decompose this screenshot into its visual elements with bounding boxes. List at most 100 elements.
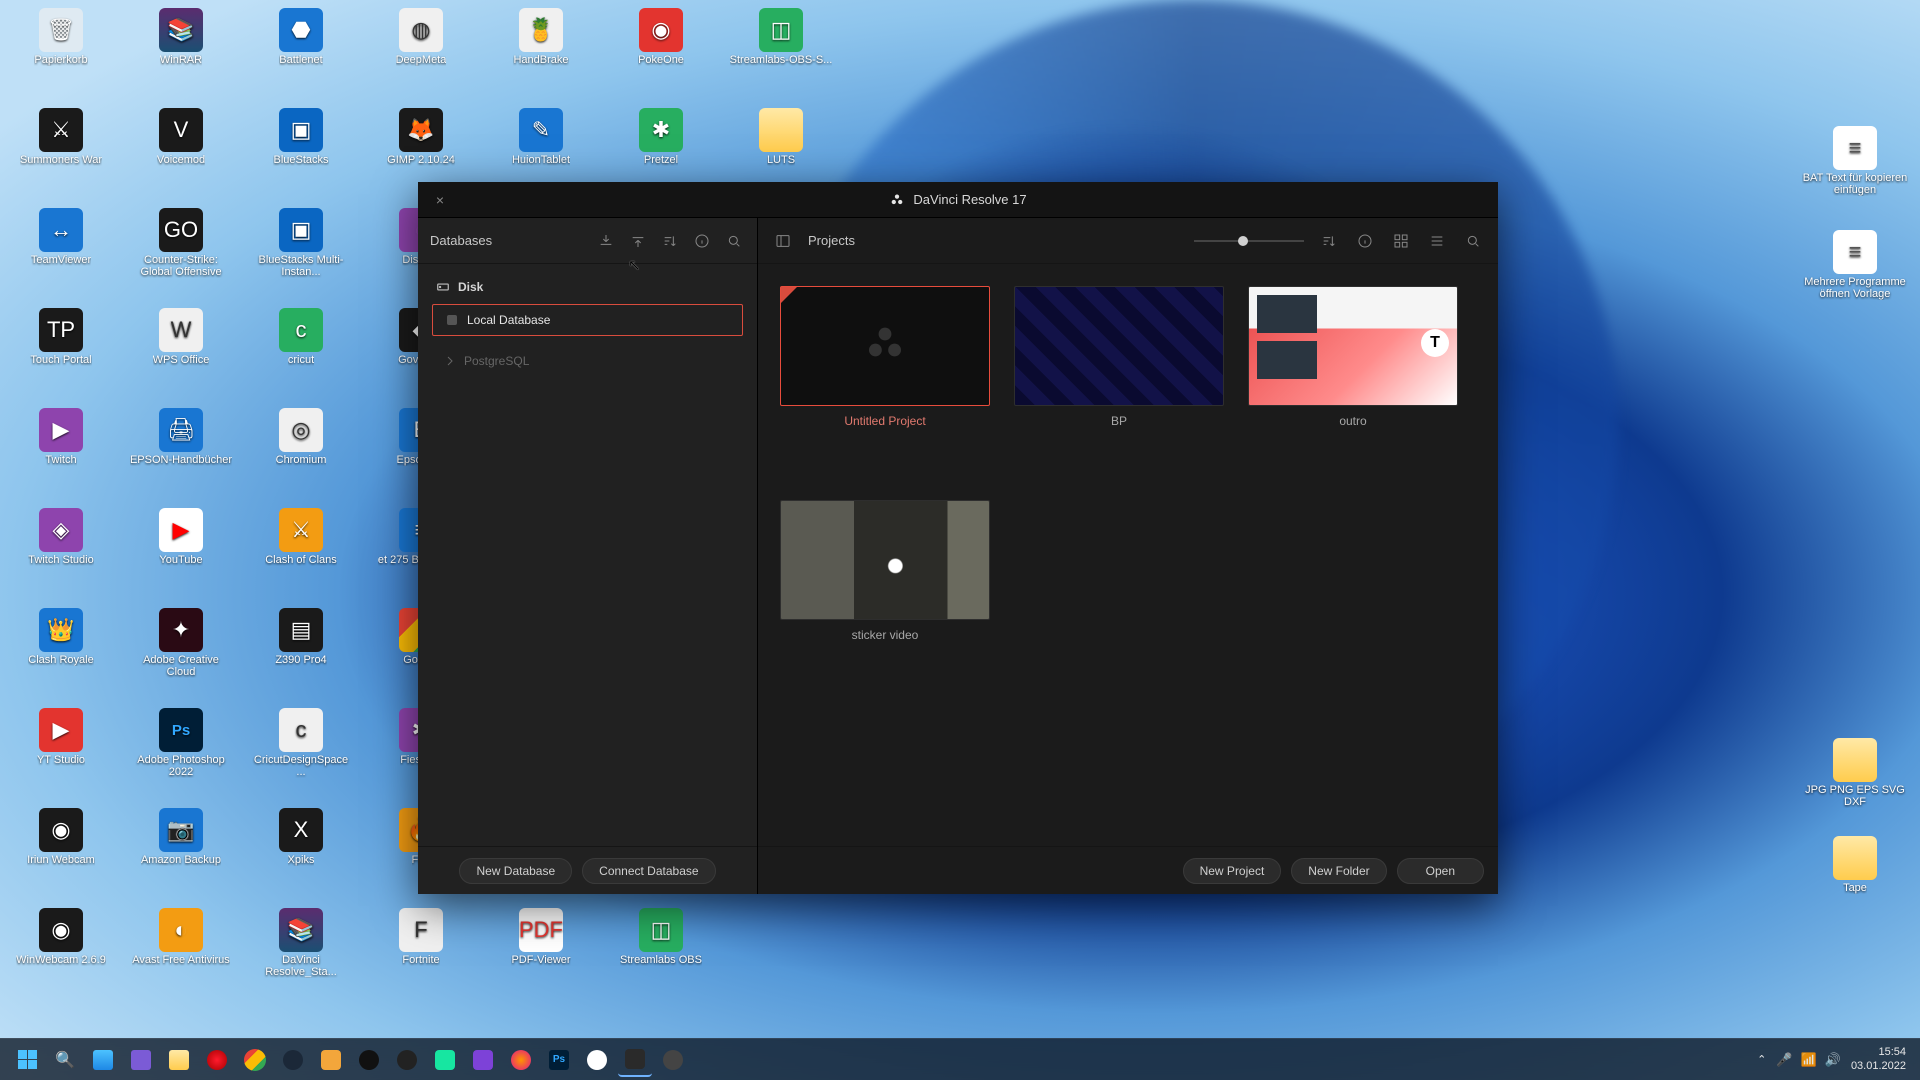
desktop-shortcut[interactable]: GOCounter-Strike: Global Offensive [126, 206, 236, 280]
open-button[interactable]: Open [1397, 858, 1484, 884]
desktop-shortcut[interactable]: 🗑Papierkorb [6, 6, 116, 68]
running-app-settings[interactable] [656, 1043, 690, 1077]
desktop-shortcut[interactable]: ◉PokeOne [606, 6, 716, 68]
desktop-shortcut[interactable]: ≡BAT Text für kopieren einfügen [1800, 124, 1910, 198]
project-item[interactable]: outro [1248, 286, 1458, 476]
pinned-app-rockstar[interactable] [352, 1043, 386, 1077]
desktop-shortcut[interactable]: TPTouch Portal [6, 306, 116, 368]
desktop-shortcut[interactable]: 📷Amazon Backup [126, 806, 236, 868]
connect-database-button[interactable]: Connect Database [582, 858, 715, 884]
pinned-app-steam[interactable] [276, 1043, 310, 1077]
project-thumbnail[interactable] [1248, 286, 1458, 406]
import-db-icon[interactable] [595, 230, 617, 252]
desktop-shortcut[interactable]: ▣BlueStacks Multi-Instan... [246, 206, 356, 280]
desktop-shortcut[interactable]: 📚WinRAR [126, 6, 236, 68]
new-database-button[interactable]: New Database [459, 858, 572, 884]
postgresql-section[interactable]: PostgreSQL [426, 346, 749, 376]
desktop-shortcut[interactable]: 📚DaVinci Resolve_Sta... [246, 906, 356, 980]
desktop-shortcut[interactable]: ▶YouTube [126, 506, 236, 568]
project-thumbnail[interactable] [780, 286, 990, 406]
app-icon: X [279, 808, 323, 852]
pinned-app-chrome[interactable] [238, 1043, 272, 1077]
taskbar-clock[interactable]: 15:54 03.01.2022 [1851, 1046, 1912, 1072]
project-thumbnail[interactable] [1014, 286, 1224, 406]
desktop-shortcut[interactable]: cCricutDesignSpace ... [246, 706, 356, 780]
search-taskbar-icon[interactable]: 🔍 [48, 1043, 82, 1077]
pinned-app-opera[interactable] [200, 1043, 234, 1077]
search-db-icon[interactable] [723, 230, 745, 252]
project-thumbnail[interactable] [780, 500, 990, 620]
desktop-shortcut[interactable]: ⬣Battlenet [246, 6, 356, 68]
desktop-shortcut[interactable]: 🍍HandBrake [486, 6, 596, 68]
desktop-shortcut[interactable]: ⚔Clash of Clans [246, 506, 356, 568]
desktop-shortcut[interactable]: ✎HuionTablet [486, 106, 596, 168]
pinned-app-firefox[interactable] [504, 1043, 538, 1077]
thumbnail-size-slider[interactable] [1194, 240, 1304, 242]
new-folder-button[interactable]: New Folder [1291, 858, 1386, 884]
new-project-button[interactable]: New Project [1183, 858, 1282, 884]
disk-section[interactable]: Disk [426, 274, 749, 300]
pinned-app-wps[interactable] [314, 1043, 348, 1077]
grid-view-icon[interactable] [1390, 230, 1412, 252]
desktop-shortcut[interactable]: WWPS Office [126, 306, 236, 368]
desktop-shortcut[interactable]: 🖨EPSON-Handbücher [126, 406, 236, 468]
desktop-shortcut[interactable]: ▶Twitch [6, 406, 116, 468]
desktop-shortcut[interactable]: ▤Z390 Pro4 [246, 606, 356, 668]
desktop-shortcut[interactable]: ◈Twitch Studio [6, 506, 116, 568]
desktop-shortcut[interactable]: 👑Clash Royale [6, 606, 116, 668]
desktop-shortcut[interactable]: JPG PNG EPS SVG DXF [1800, 736, 1910, 810]
search-projects-icon[interactable] [1462, 230, 1484, 252]
desktop-shortcut[interactable]: ✦Adobe Creative Cloud [126, 606, 236, 680]
desktop-shortcut[interactable]: ▣BlueStacks [246, 106, 356, 168]
toggle-sidebar-icon[interactable] [772, 230, 794, 252]
project-item[interactable]: BP [1014, 286, 1224, 476]
pinned-app-obs[interactable] [390, 1043, 424, 1077]
desktop-shortcut[interactable]: LUTS [726, 106, 836, 168]
pinned-app-streamlabs[interactable] [428, 1043, 462, 1077]
tray-wifi-icon[interactable]: 📶 [1801, 1052, 1817, 1068]
desktop-shortcut[interactable]: VVoicemod [126, 106, 236, 168]
pinned-app-photoshop[interactable]: Ps [542, 1043, 576, 1077]
desktop-shortcut[interactable]: ✱Pretzel [606, 106, 716, 168]
desktop-shortcut[interactable]: ◐Avast Free Antivirus [126, 906, 236, 968]
tray-mic-icon[interactable]: 🎤 [1776, 1052, 1792, 1068]
task-view-icon[interactable] [86, 1043, 120, 1077]
pinned-app-explorer[interactable] [162, 1043, 196, 1077]
desktop-shortcut[interactable]: Tape [1800, 834, 1910, 896]
pinned-app-touchportal[interactable] [466, 1043, 500, 1077]
window-titlebar[interactable]: × DaVinci Resolve 17 [418, 182, 1498, 218]
local-database-item[interactable]: Local Database [432, 304, 743, 336]
close-button[interactable]: × [418, 192, 462, 208]
desktop-shortcut[interactable]: ◉WinWebcam 2.6.9 [6, 906, 116, 968]
list-view-icon[interactable] [1426, 230, 1448, 252]
desktop-shortcut[interactable]: ◫Streamlabs OBS [606, 906, 716, 968]
info-icon[interactable] [691, 230, 713, 252]
tray-volume-icon[interactable]: 🔊 [1825, 1052, 1841, 1068]
desktop-shortcut[interactable]: ccricut [246, 306, 356, 368]
pinned-app-chat[interactable] [124, 1043, 158, 1077]
sort-db-icon[interactable] [659, 230, 681, 252]
desktop-shortcut[interactable]: 🦊GIMP 2.10.24 [366, 106, 476, 168]
desktop-shortcut[interactable]: ⚔Summoners War [6, 106, 116, 168]
desktop-shortcut[interactable]: PsAdobe Photoshop 2022 [126, 706, 236, 780]
start-button[interactable] [10, 1043, 44, 1077]
desktop-shortcut[interactable]: ◍DeepMeta [366, 6, 476, 68]
project-item[interactable]: Untitled Project [780, 286, 990, 476]
export-db-icon[interactable] [627, 230, 649, 252]
app-icon: ◉ [39, 808, 83, 852]
running-app-davinci[interactable] [618, 1043, 652, 1077]
desktop-shortcut[interactable]: ◫Streamlabs-OBS-S... [726, 6, 836, 68]
desktop-shortcut[interactable]: ↔TeamViewer [6, 206, 116, 268]
desktop-shortcut[interactable]: ◉Iriun Webcam [6, 806, 116, 868]
desktop-shortcut[interactable]: ≡Mehrere Programme öffnen Vorlage [1800, 228, 1910, 302]
desktop-shortcut[interactable]: PDFPDF-Viewer [486, 906, 596, 968]
desktop-shortcut[interactable]: ▶YT Studio [6, 706, 116, 768]
sort-projects-icon[interactable] [1318, 230, 1340, 252]
project-info-icon[interactable] [1354, 230, 1376, 252]
desktop-shortcut[interactable]: XXpiks [246, 806, 356, 868]
desktop-shortcut[interactable]: FFortnite [366, 906, 476, 968]
project-item[interactable]: sticker video [780, 500, 990, 690]
tray-chevron-icon[interactable]: ⌃ [1757, 1053, 1766, 1066]
desktop-shortcut[interactable]: ◎Chromium [246, 406, 356, 468]
pinned-app-iriun[interactable] [580, 1043, 614, 1077]
